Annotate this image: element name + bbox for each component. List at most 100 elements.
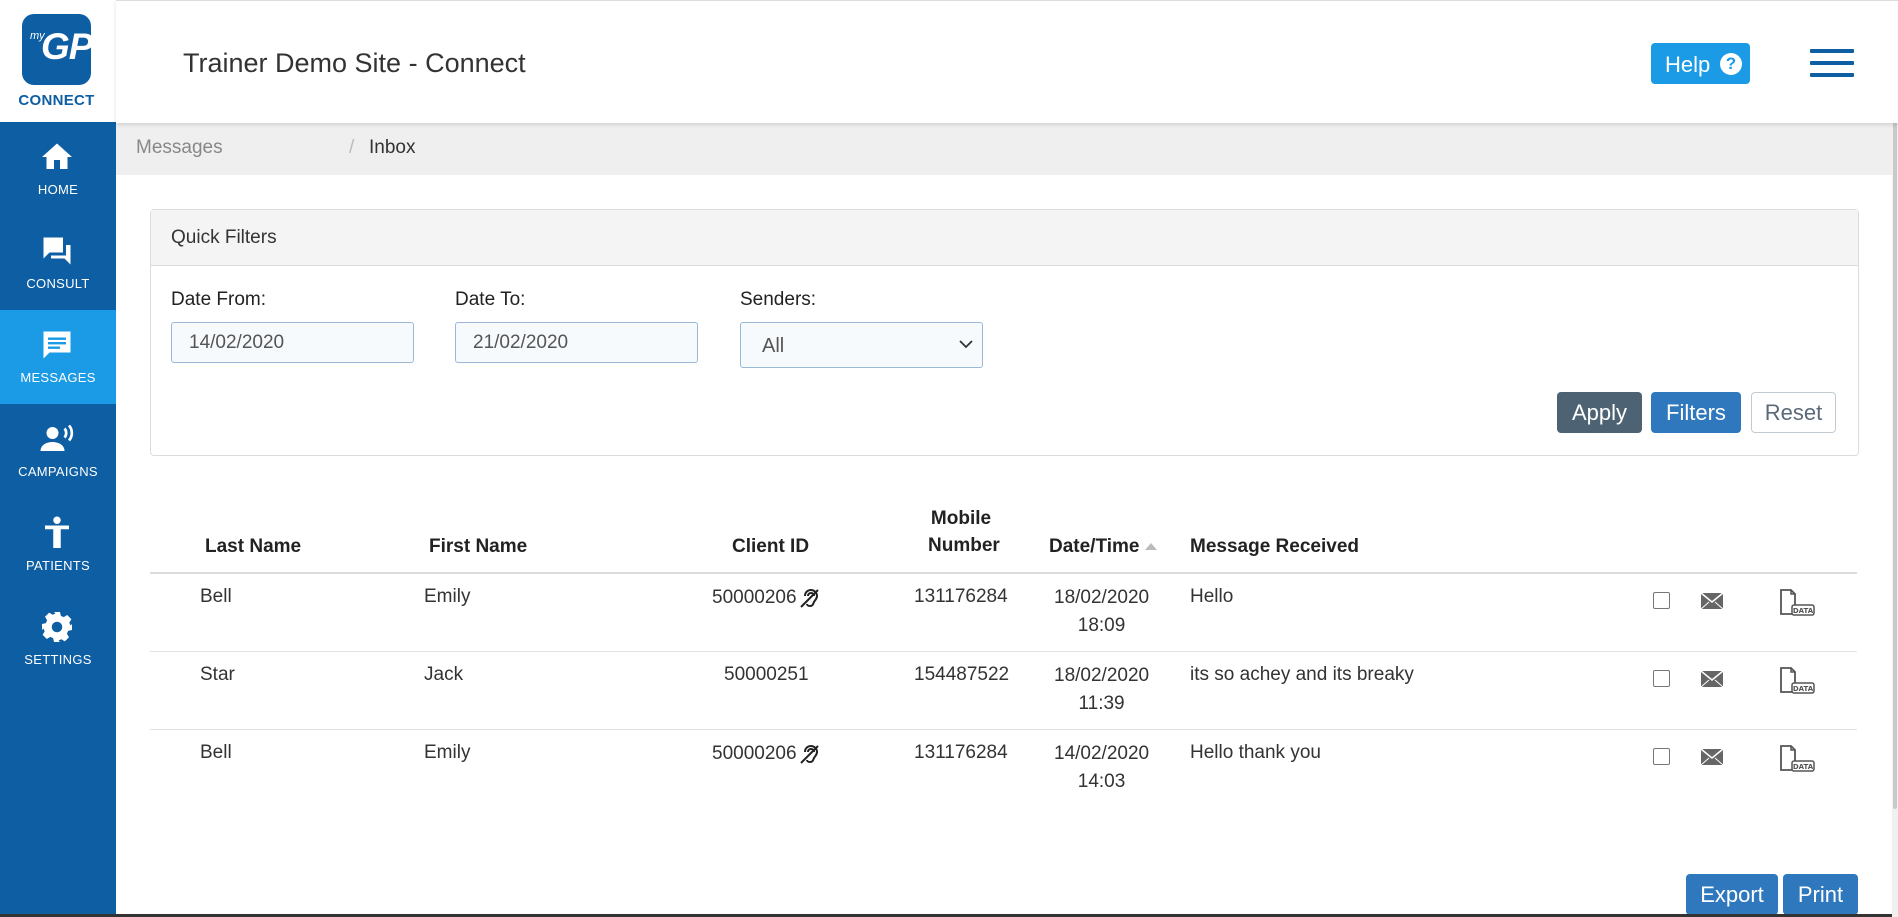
- row-select-checkbox[interactable]: [1653, 592, 1670, 609]
- breadcrumb-messages-link[interactable]: Messages: [136, 137, 223, 159]
- page-scrollbar-thumb[interactable]: [1893, 14, 1897, 809]
- mygp-logo-icon: my GP: [22, 14, 93, 85]
- data-export-icon[interactable]: DATA: [1778, 588, 1818, 618]
- mobile-header-line1: Mobile: [930, 508, 992, 529]
- help-button[interactable]: Help ?: [1651, 43, 1750, 84]
- cell-message: Hello thank you: [1190, 742, 1321, 763]
- quick-filters-title: Quick Filters: [171, 227, 277, 248]
- cell-last-name: Star: [200, 664, 235, 685]
- column-header-last-name[interactable]: Last Name: [205, 536, 301, 558]
- cell-date: 18/02/2020: [1054, 665, 1150, 686]
- apply-button[interactable]: Apply: [1557, 392, 1642, 433]
- sidebar: HOME CONSULT MESSAGES CAMPAIGNS PATIENTS…: [0, 122, 116, 917]
- data-export-icon[interactable]: DATA: [1778, 666, 1818, 696]
- chevron-down-icon: [959, 340, 973, 349]
- cell-message: its so achey and its breaky: [1190, 664, 1414, 685]
- reset-button[interactable]: Reset: [1751, 392, 1836, 433]
- sidebar-item-campaigns[interactable]: CAMPAIGNS: [0, 404, 116, 498]
- datetime-header-label: Date/Time: [1049, 536, 1140, 557]
- cell-time: 14:03: [1077, 771, 1126, 792]
- cell-first-name: Emily: [424, 742, 471, 763]
- cell-mobile-number: 131176284: [914, 742, 1008, 763]
- svg-text:DATA: DATA: [1793, 763, 1814, 771]
- sort-ascending-icon: [1145, 543, 1158, 551]
- cell-date: 18/02/2020: [1054, 587, 1150, 608]
- sidebar-item-settings[interactable]: SETTINGS: [0, 592, 116, 686]
- chat-bubbles-icon: [43, 237, 71, 265]
- cell-last-name: Bell: [200, 586, 232, 607]
- row-select-checkbox[interactable]: [1653, 748, 1670, 765]
- quick-filters-panel: Quick Filters Date From: Date To: Sender…: [150, 209, 1859, 456]
- hearing-loop-icon: [799, 588, 819, 608]
- top-header: Trainer Demo Site - Connect Help ?: [116, 0, 1898, 123]
- sidebar-item-label: HOME: [37, 182, 79, 197]
- table-row[interactable]: Star Jack 50000251 154487522 18/02/2020 …: [150, 652, 1857, 730]
- home-icon: [42, 143, 72, 169]
- breadcrumb-current: Inbox: [369, 137, 416, 158]
- hearing-loop-icon: [799, 744, 819, 764]
- table-row[interactable]: Bell Emily 50000206 131176284 18/02/2020…: [150, 574, 1857, 652]
- svg-text:DATA: DATA: [1793, 685, 1814, 693]
- logo[interactable]: my GP CONNECT: [0, 0, 116, 122]
- table-row[interactable]: Bell Emily 50000206 131176284 14/02/2020…: [150, 730, 1857, 807]
- data-export-icon[interactable]: DATA: [1778, 744, 1818, 774]
- help-button-label: Help: [1665, 52, 1711, 77]
- cell-client-id: 50000206: [712, 586, 822, 610]
- client-id-text: 50000206: [712, 587, 797, 609]
- column-header-message-received[interactable]: Message Received: [1190, 536, 1359, 558]
- senders-label: Senders:: [740, 289, 817, 310]
- date-from-label: Date From:: [171, 289, 267, 310]
- client-id-text: 50000251: [724, 664, 809, 685]
- page-title: Trainer Demo Site - Connect: [183, 48, 526, 78]
- cell-client-id: 50000206: [712, 742, 822, 766]
- date-from-input[interactable]: [171, 322, 414, 363]
- cell-mobile-number: 131176284: [914, 586, 1008, 607]
- envelope-icon[interactable]: [1700, 748, 1724, 766]
- column-header-first-name[interactable]: First Name: [429, 536, 527, 558]
- logo-connect-text: CONNECT: [18, 92, 95, 109]
- envelope-icon[interactable]: [1700, 592, 1724, 610]
- column-header-datetime[interactable]: Date/Time: [1049, 536, 1158, 558]
- date-to-label: Date To:: [455, 289, 526, 310]
- cell-first-name: Jack: [424, 664, 464, 685]
- question-mark-icon: ?: [1720, 53, 1742, 75]
- sidebar-item-label: PATIENTS: [25, 558, 91, 573]
- sidebar-item-label: CAMPAIGNS: [18, 464, 98, 479]
- sidebar-item-label: MESSAGES: [20, 370, 96, 385]
- senders-select[interactable]: All: [740, 322, 983, 368]
- sidebar-item-messages[interactable]: MESSAGES: [0, 310, 116, 404]
- print-button[interactable]: Print: [1783, 874, 1858, 915]
- cell-datetime: 14/02/2020 14:03: [1054, 740, 1149, 796]
- cell-datetime: 18/02/2020 11:39: [1054, 662, 1149, 718]
- filters-button[interactable]: Filters: [1651, 392, 1741, 433]
- senders-selected-value: All: [762, 335, 785, 357]
- sidebar-item-consult[interactable]: CONSULT: [0, 216, 116, 310]
- sidebar-item-home[interactable]: HOME: [0, 122, 116, 216]
- sidebar-item-label: CONSULT: [26, 276, 90, 291]
- breadcrumb: Messages / Inbox: [116, 122, 1892, 175]
- row-select-checkbox[interactable]: [1653, 670, 1670, 687]
- svg-text:DATA: DATA: [1793, 607, 1814, 615]
- client-id-text: 50000206: [712, 743, 797, 765]
- cell-last-name: Bell: [200, 742, 232, 763]
- cell-message: Hello: [1190, 586, 1234, 607]
- sidebar-item-patients[interactable]: PATIENTS: [0, 498, 116, 592]
- date-to-input[interactable]: [455, 322, 698, 363]
- gear-icon: [42, 612, 72, 642]
- cell-client-id: 50000251: [724, 664, 809, 686]
- cell-time: 18:09: [1077, 615, 1126, 636]
- hamburger-menu-icon[interactable]: [1810, 49, 1854, 77]
- cell-date: 14/02/2020: [1054, 743, 1150, 764]
- export-button[interactable]: Export: [1686, 874, 1778, 915]
- logo-gp-text: GP: [41, 26, 93, 67]
- envelope-icon[interactable]: [1700, 670, 1724, 688]
- message-icon: [43, 331, 71, 359]
- mobile-header-line2: Number: [928, 535, 1000, 556]
- cell-datetime: 18/02/2020 18:09: [1054, 584, 1149, 640]
- column-header-mobile-number[interactable]: Mobile Number: [928, 508, 1000, 557]
- person-icon: [45, 516, 69, 548]
- campaign-speaker-icon: [40, 424, 74, 451]
- breadcrumb-separator: /: [349, 137, 355, 158]
- cell-time: 11:39: [1078, 693, 1125, 714]
- column-header-client-id[interactable]: Client ID: [732, 536, 809, 558]
